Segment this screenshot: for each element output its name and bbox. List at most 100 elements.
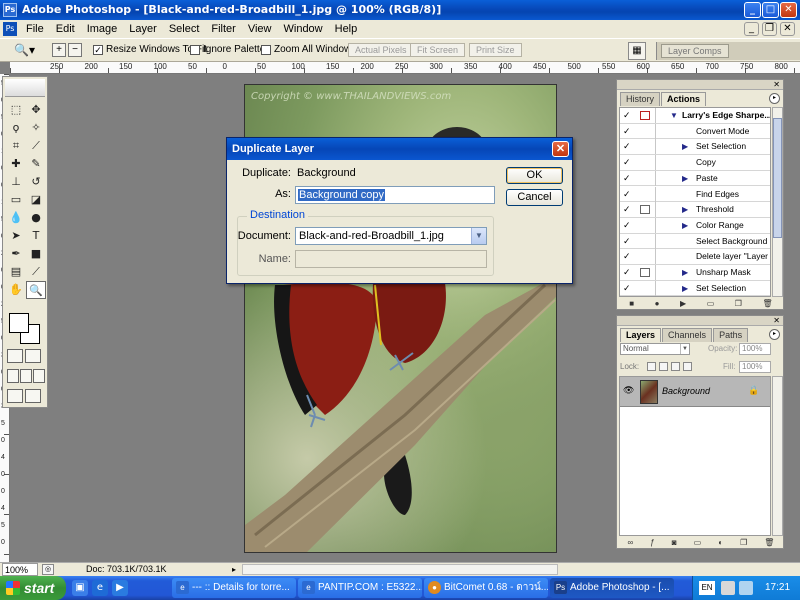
- lock-all-icon[interactable]: [683, 362, 692, 371]
- menu-image[interactable]: Image: [81, 20, 124, 38]
- layer-set-icon[interactable]: ▭: [694, 537, 702, 548]
- play-icon[interactable]: ▶: [680, 298, 686, 309]
- tray-app-icon[interactable]: [721, 581, 735, 595]
- doc-restore-button[interactable]: ❐: [762, 22, 777, 36]
- record-icon[interactable]: ●: [655, 298, 660, 309]
- action-row[interactable]: ✓ ▶ Paste: [620, 170, 770, 187]
- document-icon[interactable]: Ps: [3, 22, 17, 36]
- task-torrent-details[interactable]: e --- :: Details for torre...: [172, 578, 296, 598]
- crop-tool-icon[interactable]: ⌗: [6, 137, 26, 155]
- checkmark-icon[interactable]: ✓: [623, 110, 634, 121]
- jump-to-imageready-icon[interactable]: [7, 389, 23, 403]
- ignore-palettes-checkbox[interactable]: Ignore Palettes: [190, 44, 270, 55]
- jump-to-app-icon[interactable]: [25, 389, 41, 403]
- action-row[interactable]: ✓ ▶ Threshold: [620, 202, 770, 218]
- checkmark-icon[interactable]: ✓: [623, 267, 634, 278]
- checkmark-icon[interactable]: ✓: [623, 157, 634, 168]
- eraser-tool-icon[interactable]: ▭: [6, 191, 26, 209]
- menu-window[interactable]: Window: [278, 20, 329, 38]
- palette-close-icon[interactable]: ✕: [773, 316, 780, 325]
- healing-brush-tool-icon[interactable]: ✚: [6, 155, 26, 173]
- checkmark-icon[interactable]: ✓: [623, 173, 634, 184]
- menu-filter[interactable]: Filter: [205, 20, 241, 38]
- maximize-button[interactable]: □: [762, 2, 779, 18]
- type-tool-icon[interactable]: T: [26, 227, 46, 245]
- standard-screen-icon[interactable]: [7, 369, 19, 383]
- show-desktop-icon[interactable]: ▣: [72, 580, 88, 596]
- dialog-toggle-icon[interactable]: [640, 174, 650, 183]
- checkmark-icon[interactable]: ✓: [623, 204, 634, 215]
- palette-toggle-icon[interactable]: ▦: [628, 42, 646, 60]
- zoom-level-field[interactable]: 100%: [2, 563, 38, 576]
- layer-row[interactable]: 👁 Background 🔒: [620, 377, 770, 407]
- full-screen-menu-icon[interactable]: [20, 369, 32, 383]
- layer-comps-tab[interactable]: Layer Comps: [661, 44, 729, 58]
- palette-menu-icon[interactable]: ▸: [769, 93, 780, 104]
- dialog-toggle-icon[interactable]: [640, 237, 650, 246]
- photoshop-feather-icon[interactable]: [5, 79, 45, 97]
- layer-name[interactable]: Background: [662, 385, 710, 397]
- blur-tool-icon[interactable]: 💧: [6, 209, 26, 227]
- trash-icon[interactable]: 🗑: [764, 537, 774, 548]
- close-button[interactable]: ✕: [780, 2, 797, 18]
- language-indicator[interactable]: EN: [699, 581, 715, 595]
- checkmark-icon[interactable]: ✓: [623, 126, 634, 137]
- dialog-toggle-icon[interactable]: [640, 111, 650, 120]
- new-set-icon[interactable]: ▭: [707, 298, 715, 309]
- dialog-toggle-icon[interactable]: [640, 284, 650, 293]
- action-row[interactable]: ✓ Copy: [620, 155, 770, 171]
- action-row[interactable]: ✓ ▶ Set Selection: [620, 280, 770, 296]
- path-selection-tool-icon[interactable]: ➤: [6, 227, 26, 245]
- notes-tool-icon[interactable]: ▤: [6, 263, 26, 281]
- zoom-tool-icon[interactable]: 🔍: [26, 281, 46, 299]
- slice-tool-icon[interactable]: ⟋: [26, 137, 46, 155]
- layer-mask-icon[interactable]: ◙: [672, 537, 677, 548]
- zoom-all-windows-checkbox[interactable]: Zoom All Windows: [261, 44, 356, 55]
- tab-history[interactable]: History: [620, 92, 661, 106]
- gradient-tool-icon[interactable]: ◪: [26, 191, 46, 209]
- menu-layer[interactable]: Layer: [123, 20, 163, 38]
- move-tool-icon[interactable]: ✥: [26, 101, 46, 119]
- expand-down-icon[interactable]: ▼: [670, 111, 678, 120]
- action-row[interactable]: ✓ Delete layer "Layer 1": [620, 249, 770, 265]
- expand-right-icon[interactable]: ▶: [682, 205, 688, 214]
- actual-pixels-button[interactable]: Actual Pixels: [348, 43, 414, 57]
- start-button[interactable]: start: [0, 576, 66, 600]
- task-pantip[interactable]: e PANTIP.COM : E5322...: [298, 578, 422, 598]
- blend-mode-select[interactable]: Normal ▼: [620, 343, 690, 355]
- action-row[interactable]: ✓ Find Edges: [620, 186, 770, 203]
- visibility-eye-icon[interactable]: 👁: [623, 385, 634, 396]
- adjustment-layer-icon[interactable]: ◐: [718, 537, 723, 548]
- dialog-toggle-icon[interactable]: [640, 268, 650, 277]
- opacity-field[interactable]: 100%: [739, 343, 771, 355]
- new-action-icon[interactable]: ❐: [735, 298, 742, 309]
- layer-style-icon[interactable]: ƒ: [650, 537, 654, 548]
- marquee-tool-icon[interactable]: ⬚: [6, 101, 26, 119]
- checkmark-icon[interactable]: ✓: [623, 283, 634, 294]
- dialog-toggle-icon[interactable]: [640, 205, 650, 215]
- checkmark-icon[interactable]: ✓: [623, 141, 634, 152]
- zoom-out-icon[interactable]: −: [68, 43, 82, 57]
- action-row[interactable]: ✓ Select Background: [620, 233, 770, 250]
- checkmark-icon[interactable]: ✓: [623, 220, 634, 231]
- navigator-icon[interactable]: ◎: [42, 564, 54, 575]
- zoom-tool-icon[interactable]: 🔍▾: [14, 43, 35, 57]
- menu-help[interactable]: Help: [329, 20, 364, 38]
- expand-right-icon[interactable]: ▶: [682, 268, 688, 277]
- shape-tool-icon[interactable]: ■: [26, 245, 46, 263]
- menu-edit[interactable]: Edit: [50, 20, 81, 38]
- hand-tool-icon[interactable]: ✋: [6, 281, 26, 299]
- quick-mask-mode-icon[interactable]: [25, 349, 41, 363]
- trash-icon[interactable]: 🗑: [763, 298, 773, 309]
- standard-mode-icon[interactable]: [7, 349, 23, 363]
- lock-position-icon[interactable]: [671, 362, 680, 371]
- scrollbar-thumb[interactable]: [773, 118, 782, 238]
- menu-file[interactable]: File: [20, 20, 50, 38]
- full-screen-icon[interactable]: [33, 369, 45, 383]
- ok-button[interactable]: OK: [506, 167, 563, 184]
- eyedropper-tool-icon[interactable]: ⟋: [26, 263, 46, 281]
- action-row[interactable]: ✓ ▶ Set Selection: [620, 139, 770, 156]
- magic-wand-tool-icon[interactable]: ✧: [26, 119, 46, 137]
- fit-screen-button[interactable]: Fit Screen: [410, 43, 466, 57]
- foreground-color-swatch[interactable]: [9, 313, 29, 333]
